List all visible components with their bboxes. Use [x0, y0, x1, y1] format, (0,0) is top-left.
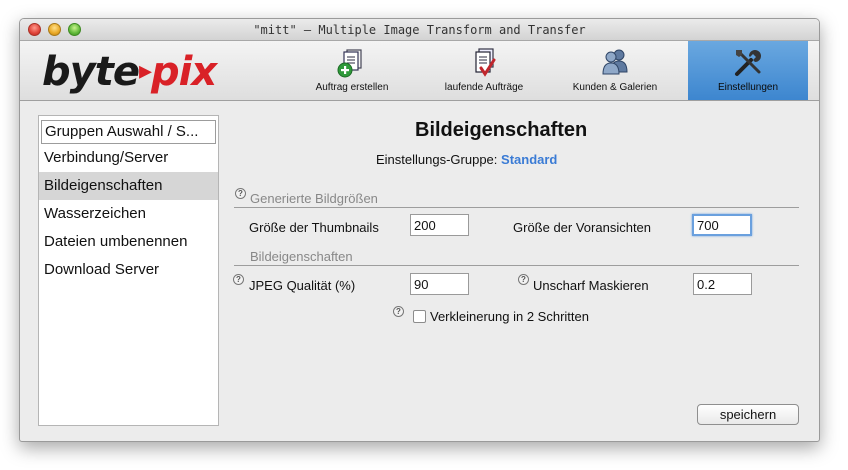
page-title: Bildeigenschaften — [415, 119, 588, 141]
unsharp-mask-label: Unscharf Maskieren — [533, 278, 649, 293]
sidebar-item-bildeigenschaften[interactable]: Bildeigenschaften — [39, 172, 218, 200]
settings-sidebar: Gruppen Auswahl / S... Verbindung/Server… — [38, 115, 219, 426]
jpeg-quality-input[interactable] — [410, 273, 469, 295]
unsharp-mask-input[interactable] — [693, 273, 752, 295]
tools-icon — [735, 50, 761, 76]
bytepix-logo: byte▸pix — [42, 49, 217, 95]
window-title: "mitt" – Multiple Image Transform and Tr… — [253, 23, 586, 37]
sidebar-item-download-server[interactable]: Download Server — [39, 256, 218, 284]
section-divider — [234, 207, 799, 208]
section-divider — [234, 265, 799, 266]
title-bar[interactable]: "mitt" – Multiple Image Transform and Tr… — [20, 19, 819, 41]
group-value-link[interactable]: Standard — [501, 152, 557, 167]
thumbnail-size-label: Größe der Thumbnails — [249, 220, 379, 235]
save-button[interactable]: speichern — [697, 404, 799, 425]
two-step-downscale-label: Verkleinerung in 2 Schritten — [430, 309, 589, 324]
help-icon[interactable]: ? — [393, 306, 404, 317]
toolbar-laufende-auftraege[interactable]: laufende Aufträge — [424, 41, 544, 100]
preview-size-label: Größe der Voransichten — [513, 220, 652, 235]
sidebar-item-dateien-umbenennen[interactable]: Dateien umbenennen — [39, 228, 218, 256]
help-icon[interactable]: ? — [233, 274, 244, 285]
document-add-icon — [337, 49, 362, 78]
toolbar-auftrag-erstellen[interactable]: Auftrag erstellen — [292, 41, 412, 100]
help-icon[interactable]: ? — [518, 274, 529, 285]
sidebar-item-verbindung-server[interactable]: Verbindung/Server — [39, 144, 218, 172]
group-label: Einstellungs-Gruppe: — [376, 152, 498, 167]
sidebar-item-wasserzeichen[interactable]: Wasserzeichen — [39, 200, 218, 228]
thumbnail-size-input[interactable] — [410, 214, 469, 236]
toolbar-kunden-galerien[interactable]: Kunden & Galerien — [555, 41, 675, 100]
help-icon[interactable]: ? — [235, 188, 246, 199]
two-step-downscale-checkbox[interactable] — [413, 310, 426, 323]
jpeg-quality-label: JPEG Qualität (%) — [249, 278, 356, 293]
toolbar-einstellungen[interactable]: Einstellungen — [688, 41, 808, 100]
preview-size-input[interactable] — [692, 214, 752, 236]
toolbar: byte▸pix Auftrag erstellen laufende Auft… — [20, 41, 819, 101]
group-selection-header[interactable]: Gruppen Auswahl / S... — [41, 120, 216, 144]
settings-group-line: Einstellungs-Gruppe: Standard — [376, 152, 557, 167]
users-icon — [602, 49, 628, 75]
section-generated-sizes-title: Generierte Bildgrößen — [250, 191, 378, 206]
document-check-icon — [475, 48, 496, 77]
section-image-properties-title: Bildeigenschaften — [250, 249, 353, 264]
